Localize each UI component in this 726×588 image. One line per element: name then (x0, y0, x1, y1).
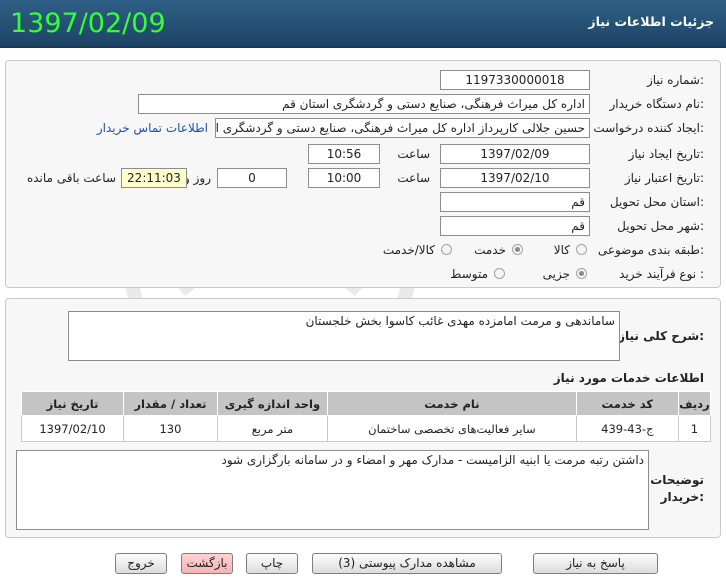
need-info-panel: شماره نیاز: 1197330000018 نام دستگاه خری… (5, 60, 721, 288)
col-row-number: ردیف (677, 391, 712, 416)
need-number-field: 1197330000018 (440, 70, 590, 90)
services-header-row: ردیف کد خدمت نام خدمت واحد اندازه گیری ت… (20, 391, 712, 416)
city-label: شهر محل تحویل: (617, 219, 704, 233)
days-label: روز و (184, 171, 211, 185)
page-title: جزئیات اطلاعات نیاز (588, 14, 714, 29)
announce-date-field: 1397/02/09 (440, 144, 590, 164)
services-section-title: اطلاعات خدمات مورد نیاز (553, 371, 704, 385)
col-need-date: تاریخ نیاز (20, 391, 125, 416)
cell-row-number: 1 (677, 415, 712, 442)
col-unit: واحد اندازه گیری (216, 391, 329, 416)
remaining-days-field: 0 (217, 168, 287, 188)
validity-time-label: ساعت (397, 171, 430, 185)
announce-date-label: تاریخ ایجاد نیاز: (628, 147, 704, 161)
buyer-notes-label-line1: توضیحات (650, 473, 704, 487)
announce-time-label: ساعت (397, 147, 430, 161)
process-option-medium: متوسط (450, 267, 488, 281)
process-radio-minor[interactable] (576, 268, 587, 279)
title-bar: 1397/02/09 جزئیات اطلاعات نیاز (0, 0, 726, 48)
remaining-time-field: 22:11:03 (121, 168, 187, 188)
category-radio-goods[interactable] (576, 244, 587, 255)
print-button[interactable]: چاپ (246, 553, 298, 574)
remaining-label: ساعت باقی مانده (26, 171, 116, 185)
process-option-minor: جزیی (542, 267, 570, 281)
category-option-service: خدمت (474, 243, 506, 257)
category-option-goods-service: کالا/خدمت (382, 243, 435, 257)
requester-label: ایجاد کننده درخواست: (593, 121, 704, 135)
city-field: قم (440, 216, 590, 236)
category-option-goods: کالا (553, 243, 570, 257)
description-label: شرح کلی نیاز: (618, 329, 704, 343)
col-quantity: تعداد / مقدار (123, 391, 218, 416)
category-radio-goods-service[interactable] (441, 244, 452, 255)
validity-time-field: 10:00 (308, 168, 380, 188)
validity-date-label: تاریخ اعتبار نیاز: (624, 171, 704, 185)
reply-button[interactable]: پاسخ به نیاز (533, 553, 658, 574)
process-type-label: نوع فرآیند خرید : (619, 267, 704, 281)
category-label: طبقه بندی موضوعی: (597, 243, 704, 257)
services-table: ردیف کد خدمت نام خدمت واحد اندازه گیری ت… (20, 391, 712, 442)
exit-button[interactable]: خروج (115, 553, 167, 574)
cell-need-date: 1397/02/10 (20, 415, 125, 442)
need-details-panel: شرح کلی نیاز: ساماندهی و مرمت امامزده مه… (5, 298, 721, 538)
province-label: استان محل تحویل: (609, 195, 704, 209)
back-button[interactable]: بازگشت (181, 553, 233, 574)
col-service-code: کد خدمت (575, 391, 679, 416)
cell-quantity: 130 (123, 415, 218, 442)
buyer-notes-field: داشتن رتبه مرمت یا ابنیه الزامیست - مدار… (16, 450, 649, 530)
cell-service-name: سایر فعالیت‌های تخصصی ساختمان (327, 415, 577, 442)
validity-date-field: 1397/02/10 (440, 168, 590, 188)
buyer-notes-label-line2: خریدار: (660, 490, 704, 504)
process-radio-medium[interactable] (494, 268, 505, 279)
province-field: قم (440, 192, 590, 212)
buyer-org-field: اداره کل میراث فرهنگی، صنایع دستی و گردش… (138, 94, 590, 114)
attachments-button[interactable]: مشاهده مدارک پیوستی (3) (312, 553, 502, 574)
description-field: ساماندهی و مرمت امامزده مهدی غائب کاسوا … (68, 311, 620, 361)
cell-unit: متر مربع (216, 415, 329, 442)
category-radio-service[interactable] (512, 244, 523, 255)
buyer-org-label: نام دستگاه خریدار: (609, 97, 705, 111)
table-row: 1 ج-43-439 سایر فعالیت‌های تخصصی ساختمان… (20, 415, 712, 442)
header-date: 1397/02/09 (10, 8, 166, 39)
need-number-label: شماره نیاز: (646, 73, 704, 87)
col-service-name: نام خدمت (327, 391, 577, 416)
requester-field: حسین جلالی کارپرداز اداره کل میراث فرهنگ… (215, 118, 590, 138)
cell-service-code: ج-43-439 (575, 415, 679, 442)
announce-time-field: 10:56 (308, 144, 380, 164)
buyer-contact-link[interactable]: اطلاعات تماس خریدار (97, 121, 208, 135)
